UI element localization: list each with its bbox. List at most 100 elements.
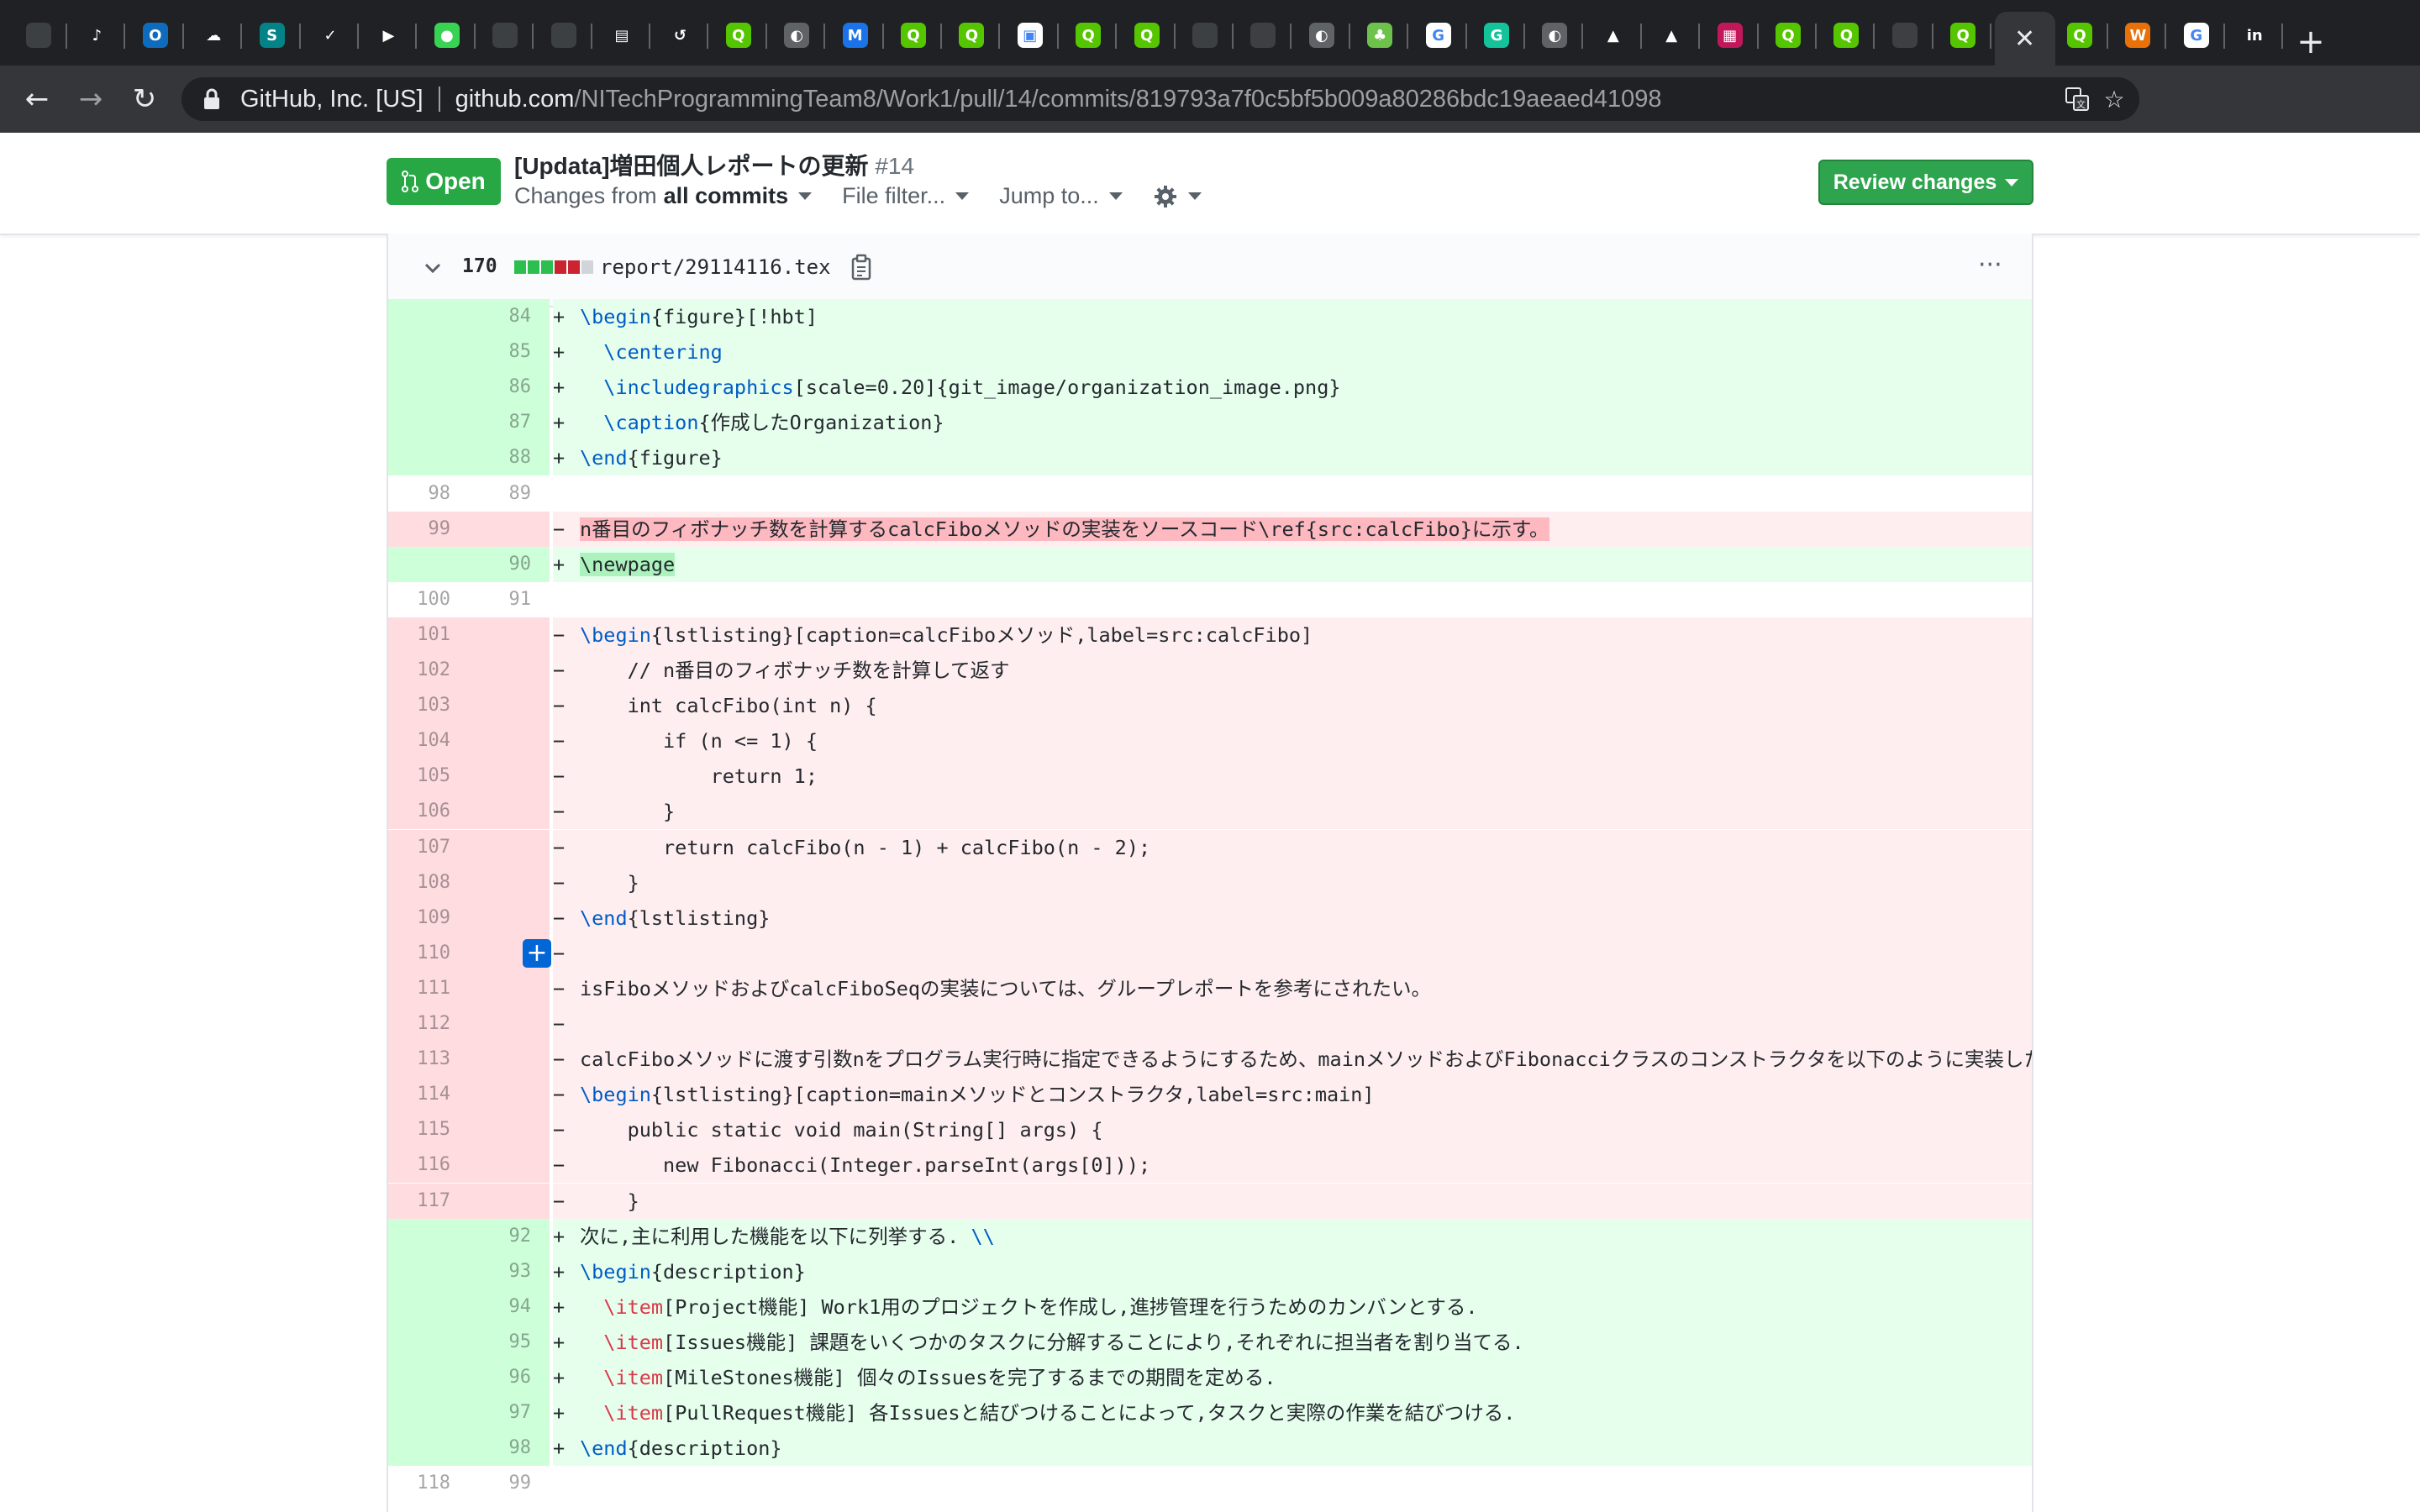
diff-settings-dropdown[interactable] (1153, 183, 1202, 209)
browser-tab[interactable]: ◐ (1528, 8, 1584, 62)
old-line-number[interactable]: 103 (388, 688, 469, 724)
add-comment-button[interactable]: + (523, 938, 551, 968)
old-line-number[interactable]: 106 (388, 794, 469, 830)
browser-tab[interactable]: ▤ (595, 8, 650, 62)
old-line-number[interactable]: 117 (388, 1183, 469, 1219)
copy-path-icon[interactable] (850, 254, 876, 281)
new-line-number[interactable] (469, 1077, 550, 1113)
new-line-number[interactable]: 87 (469, 405, 550, 441)
browser-tab[interactable]: W (2111, 8, 2167, 62)
new-line-number[interactable]: 90 (469, 546, 550, 582)
new-line-number[interactable]: 93 (469, 1253, 550, 1289)
browser-tab[interactable]: G (2170, 8, 2225, 62)
old-line-number[interactable]: 101 (388, 617, 469, 653)
browser-tab[interactable] (1236, 8, 1292, 62)
jump-to-dropdown[interactable]: Jump to... (999, 183, 1123, 209)
old-line-number[interactable]: 116 (388, 1147, 469, 1184)
new-line-number[interactable]: 95 (469, 1324, 550, 1360)
new-line-number[interactable]: 92 (469, 1218, 550, 1254)
browser-tab[interactable]: ♣ (1353, 8, 1409, 62)
new-line-number[interactable]: 89 (469, 475, 550, 512)
new-line-number[interactable] (469, 688, 550, 724)
browser-tab[interactable]: Q (944, 8, 1001, 62)
old-line-number[interactable]: 110 (388, 935, 469, 971)
browser-tab[interactable]: G (1412, 8, 1467, 62)
old-line-number[interactable]: 98 (388, 475, 469, 512)
browser-tab[interactable]: Q (712, 8, 767, 62)
new-line-number[interactable]: 91 (469, 581, 550, 617)
browser-tab[interactable]: ▲ (1586, 8, 1642, 62)
browser-tab[interactable]: Q (886, 8, 942, 62)
old-line-number[interactable]: 112 (388, 1006, 469, 1042)
old-line-number[interactable]: 104 (388, 723, 469, 759)
old-line-number[interactable]: 118 (388, 1466, 469, 1502)
old-line-number[interactable]: 105 (388, 759, 469, 795)
browser-tab[interactable] (12, 8, 67, 62)
forward-button[interactable]: → (71, 79, 111, 119)
browser-tab[interactable]: ▣ (1003, 8, 1059, 62)
browser-tab[interactable]: M (829, 8, 884, 62)
review-changes-button[interactable]: Review changes (1818, 160, 2033, 205)
old-line-number[interactable]: 113 (388, 1042, 469, 1078)
new-line-number[interactable] (469, 794, 550, 830)
old-line-number[interactable] (388, 1360, 469, 1395)
new-line-number[interactable] (469, 1183, 550, 1219)
new-line-number[interactable]: 97 (469, 1395, 550, 1431)
old-line-number[interactable] (388, 299, 469, 334)
new-line-number[interactable] (469, 864, 550, 900)
new-line-number[interactable]: 96 (469, 1360, 550, 1395)
new-line-number[interactable]: 99 (469, 1466, 550, 1502)
browser-tab[interactable]: ♪ (70, 8, 126, 62)
new-line-number[interactable]: 86 (469, 370, 550, 406)
old-line-number[interactable] (388, 1289, 469, 1325)
file-name[interactable]: report/29114116.tex (600, 255, 831, 279)
browser-tab[interactable] (1878, 8, 1933, 62)
browser-tab[interactable] (478, 8, 534, 62)
old-line-number[interactable]: 100 (388, 581, 469, 617)
new-line-number[interactable] (469, 723, 550, 759)
new-line-number[interactable]: 94 (469, 1289, 550, 1325)
browser-tab[interactable]: in (2228, 8, 2284, 62)
new-line-number[interactable] (469, 511, 550, 547)
new-line-number[interactable]: 88 (469, 440, 550, 476)
old-line-number[interactable] (388, 1253, 469, 1289)
old-line-number[interactable]: 114 (388, 1077, 469, 1113)
new-line-number[interactable] (469, 1042, 550, 1078)
new-line-number[interactable] (469, 970, 550, 1006)
old-line-number[interactable] (388, 334, 469, 370)
new-line-number[interactable] (469, 900, 550, 936)
old-line-number[interactable]: 111 (388, 970, 469, 1006)
browser-tab[interactable]: ◐ (770, 8, 826, 62)
browser-tab[interactable]: ● (420, 8, 476, 62)
old-line-number[interactable] (388, 370, 469, 406)
browser-tab[interactable]: ↺ (653, 8, 709, 62)
new-line-number[interactable] (469, 1147, 550, 1184)
old-line-number[interactable] (388, 440, 469, 476)
browser-tab[interactable]: G (1470, 8, 1525, 62)
file-filter-dropdown[interactable]: File filter... (842, 183, 970, 209)
browser-tab[interactable]: ▶ (361, 8, 418, 62)
browser-tab[interactable]: Q (1819, 8, 1876, 62)
browser-tab[interactable]: ☁ (187, 8, 243, 62)
bookmark-star-icon[interactable]: ☆ (2099, 84, 2129, 114)
browser-tab[interactable]: Q (1936, 8, 1992, 62)
old-line-number[interactable]: 102 (388, 653, 469, 688)
new-line-number[interactable] (469, 1112, 550, 1148)
old-line-number[interactable]: 109 (388, 900, 469, 936)
old-line-number[interactable] (388, 546, 469, 582)
reload-button[interactable]: ↻ (124, 79, 165, 119)
back-button[interactable]: ← (17, 79, 57, 119)
new-line-number[interactable] (469, 1006, 550, 1042)
new-line-number[interactable] (469, 617, 550, 653)
new-line-number[interactable] (469, 759, 550, 795)
new-line-number[interactable] (469, 829, 550, 865)
collapse-chevron-icon[interactable] (422, 257, 444, 279)
browser-tab[interactable]: ▦ (1703, 8, 1759, 62)
old-line-number[interactable]: 107 (388, 829, 469, 865)
new-line-number[interactable]: 85 (469, 334, 550, 370)
old-line-number[interactable]: 99 (388, 511, 469, 547)
browser-tab[interactable]: Q (1061, 8, 1118, 62)
new-line-number[interactable] (469, 653, 550, 688)
old-line-number[interactable] (388, 1395, 469, 1431)
browser-tab[interactable] (537, 8, 592, 62)
